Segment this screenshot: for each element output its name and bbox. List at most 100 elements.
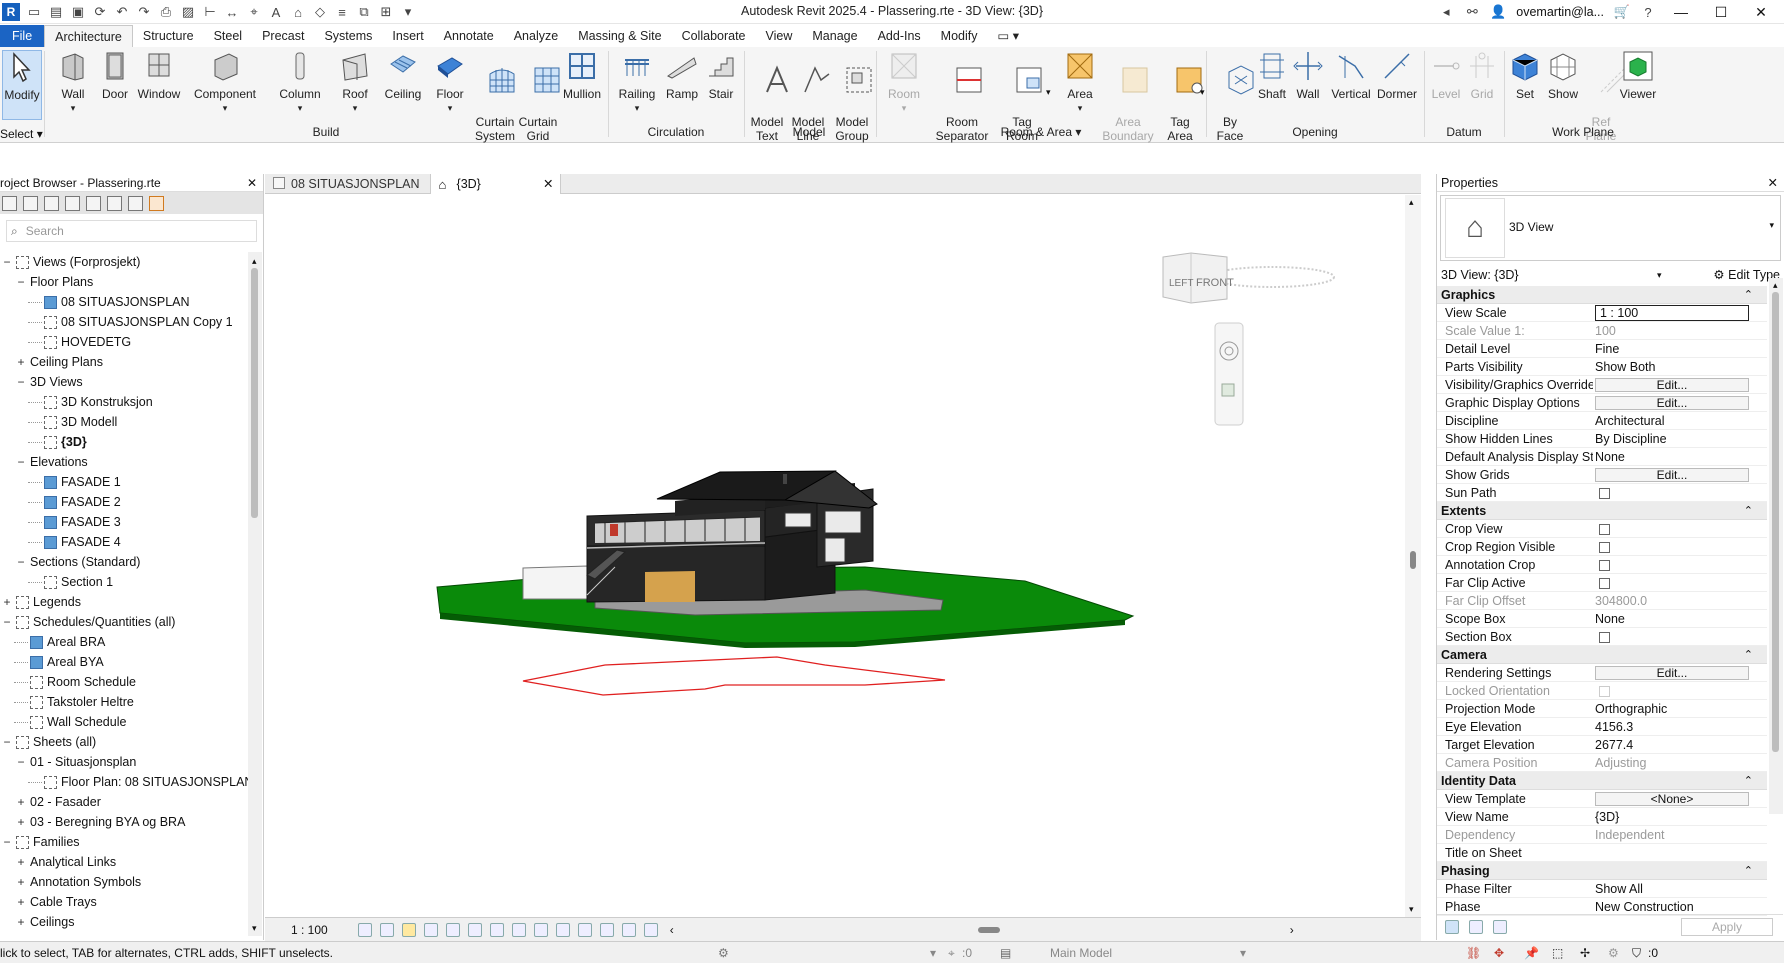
collapse-section-icon[interactable]: ⌃ [1744,862,1753,880]
tree-item[interactable]: FASADE 2 [0,492,248,512]
property-checkbox[interactable] [1599,560,1610,571]
tree-item[interactable]: + Cable Trays [0,892,248,912]
tree-item[interactable]: Areal BRA [0,632,248,652]
tab-architecture[interactable]: Architecture [44,25,133,47]
tab-annotate[interactable]: Annotate [434,25,504,47]
group-room-area-label[interactable]: Room & Area ▾ [876,125,1206,139]
scroll-up-icon[interactable]: ▴ [252,256,257,267]
group-by-icon[interactable] [1493,919,1507,934]
collapse-icon[interactable]: − [16,372,26,392]
tree-item[interactable]: − Sections (Standard) [0,552,248,572]
property-edit-button[interactable]: <None> [1595,792,1749,806]
user-name[interactable]: ovemartin@la... [1516,5,1604,19]
railing-button[interactable]: Railing ▾ [614,50,660,115]
tree-item[interactable]: {3D} [0,432,248,452]
select-links-icon[interactable]: ⛓ [1466,942,1481,964]
tab-systems[interactable]: Systems [314,25,382,47]
crop-view-icon[interactable] [467,922,482,937]
hscroll-left-icon[interactable]: ‹ [670,923,674,937]
property-edit-button[interactable]: Edit... [1595,378,1749,392]
collapse-icon[interactable]: − [2,732,12,752]
property-checkbox[interactable] [1599,632,1610,643]
minimize-button[interactable]: — [1666,4,1696,20]
zoom-region-icon[interactable] [1221,383,1235,397]
open-icon[interactable]: ▭ [26,4,42,20]
property-edit-button[interactable]: Edit... [1595,396,1749,410]
binoculars-icon[interactable]: ⚯ [1464,4,1480,20]
grid-button[interactable]: Grid [1464,50,1500,101]
type-selector[interactable]: ⌂ 3D View ▾ [1440,195,1781,261]
highlight-displacement-icon[interactable] [621,922,636,937]
tag-icon[interactable]: ⌖ [246,4,262,20]
tree-item[interactable]: FASADE 4 [0,532,248,552]
property-section-header[interactable]: Camera ⌃ [1437,646,1767,664]
property-value[interactable]: {3D} [1595,808,1753,826]
collapse-section-icon[interactable]: ⌃ [1744,286,1753,304]
text-icon[interactable]: A [268,4,284,20]
viewer-button[interactable]: Viewer [1618,50,1658,101]
crop-region-icon[interactable] [489,922,504,937]
tree-item[interactable]: − Sheets (all) [0,732,248,752]
wall-opening-button[interactable]: Wall [1292,50,1324,101]
expand-icon[interactable]: + [16,812,26,832]
tree-item[interactable]: − Families [0,832,248,852]
tree-item[interactable]: + Annotation Symbols [0,872,248,892]
tree-item[interactable]: Takstoler Heltre [0,692,248,712]
collapse-icon[interactable]: − [16,272,26,292]
canvas-vertical-scrollbar[interactable]: ▴ ▾ [1405,195,1421,917]
design-options-icon[interactable]: ▤ [1000,942,1011,964]
wall-button[interactable]: Wall ▾ [54,50,92,115]
detail-level-icon[interactable] [357,922,372,937]
temporary-hide-icon[interactable] [533,922,548,937]
tree-item[interactable]: − Schedules/Quantities (all) [0,612,248,632]
property-value[interactable]: 4156.3 [1595,718,1753,736]
tree-item[interactable]: +02 - Fasader [0,792,248,812]
tree-item[interactable]: FASADE 3 [0,512,248,532]
tab-structure[interactable]: Structure [133,25,204,47]
property-section-header[interactable]: Phasing ⌃ [1437,862,1767,880]
dimension-icon[interactable]: ↔ [224,4,240,20]
show-analytical-icon[interactable] [599,922,614,937]
navigation-bar[interactable] [1214,322,1244,426]
revit-logo[interactable]: R [2,3,20,21]
collapse-section-icon[interactable]: ⌃ [1744,646,1753,664]
model-dropdown-icon[interactable]: ▾ [930,942,936,964]
tree-item[interactable]: Wall Schedule [0,712,248,732]
collapse-icon[interactable]: − [2,612,12,632]
tree-item[interactable]: + Analytical Links [0,852,248,872]
browser-search-input[interactable]: ⌕ Search [6,220,257,242]
select-by-face-icon[interactable]: ⬚ [1552,942,1563,964]
active-model[interactable]: Main Model [1050,942,1112,964]
tree-item[interactable]: Floor Plan: 08 SITUASJONSPLAN [0,772,248,792]
property-value[interactable]: None [1595,610,1753,628]
tree-item[interactable]: − Elevations [0,452,248,472]
properties-scrollbar[interactable]: ▴ [1769,278,1783,814]
browser-families-icon[interactable] [86,195,101,211]
canvas-horizontal-scrollbar[interactable] [682,925,1282,935]
tree-item[interactable]: 08 SITUASJONSPLAN Copy 1 [0,312,248,332]
model-select-dropdown-icon[interactable]: ▾ [1240,942,1246,964]
viewcube-left-face[interactable]: LEFT [1169,278,1193,289]
instance-filter[interactable]: 3D View: {3D} [1441,268,1519,282]
stair-button[interactable]: Stair [704,50,738,101]
sync-icon[interactable]: ⟳ [92,4,108,20]
property-value[interactable]: Show All [1595,880,1753,898]
browser-views-icon[interactable] [23,195,38,211]
tree-item[interactable]: +03 - Beregning BYA og BRA [0,812,248,832]
switch-windows-icon[interactable]: ⊞ [378,4,394,20]
collapse-section-icon[interactable]: ⌃ [1744,502,1753,520]
property-edit-button[interactable]: Edit... [1595,468,1749,482]
collapse-icon[interactable]: − [2,832,12,852]
background-process-icon[interactable]: ⚙ [1608,942,1619,964]
expand-icon[interactable]: + [16,852,26,872]
expand-icon[interactable]: + [16,872,26,892]
ramp-button[interactable]: Ramp [664,50,700,101]
canvas-hscroll-thumb[interactable] [977,926,1000,933]
tree-item[interactable]: HOVEDETG [0,332,248,352]
folder-icon[interactable]: ▤ [48,4,64,20]
browser-groups-icon[interactable] [107,195,122,211]
chevron-left-icon[interactable]: ◂ [1438,4,1454,20]
tab-precast[interactable]: Precast [252,25,314,47]
project-browser-close-icon[interactable]: ✕ [247,174,257,192]
select-pinned-icon[interactable]: 📌 [1524,942,1539,964]
